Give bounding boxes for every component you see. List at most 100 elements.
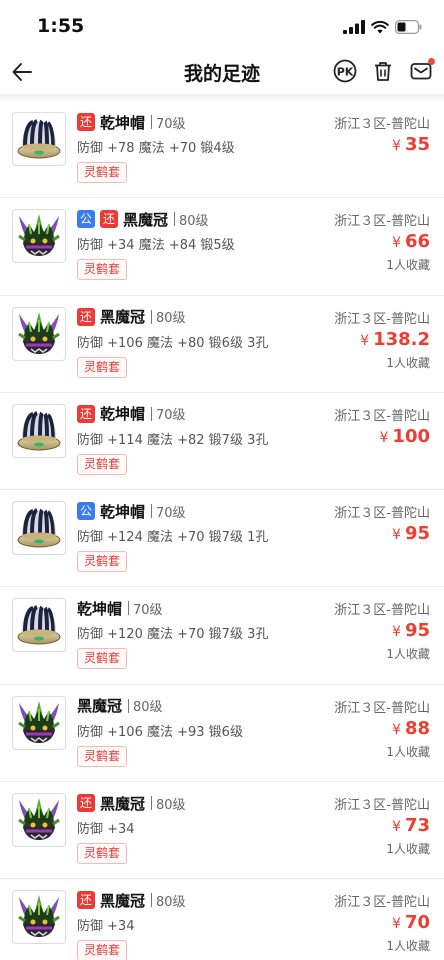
title-divider bbox=[151, 504, 153, 519]
item-price: ¥95 bbox=[392, 620, 430, 641]
cellular-signal-icon bbox=[343, 20, 365, 34]
tag-return: 还 bbox=[77, 891, 95, 910]
item-name: 乾坤帽 bbox=[100, 405, 146, 424]
item-server: 浙江３区-普陀山 bbox=[334, 798, 430, 814]
item-stats: 防御 +106 魔法 +93 锻6级 bbox=[77, 724, 243, 740]
item-name: 乾坤帽 bbox=[77, 599, 123, 618]
item-image-hat bbox=[12, 112, 66, 166]
item-price: ¥73 bbox=[392, 815, 430, 836]
tag-return: 还 bbox=[77, 113, 95, 131]
item-title-row: 公乾坤帽 70级 bbox=[77, 500, 186, 522]
item-title-row: 还乾坤帽 70级 bbox=[77, 111, 186, 133]
item-title-row: 还黑魔冠 80级 bbox=[77, 792, 186, 814]
tag-return: 还 bbox=[77, 794, 95, 813]
item-stats: 防御 +78 魔法 +70 锻4级 bbox=[77, 141, 235, 156]
item-level: 80级 bbox=[156, 797, 186, 813]
item-title-row: 黑魔冠 80级 bbox=[77, 695, 163, 717]
title-divider bbox=[128, 601, 130, 616]
pk-button[interactable]: PK bbox=[332, 56, 358, 86]
message-button[interactable] bbox=[408, 56, 435, 86]
set-badge: 灵鹤套 bbox=[77, 745, 128, 767]
item-title-row: 乾坤帽 70级 bbox=[77, 597, 163, 619]
item-level: 70级 bbox=[133, 602, 163, 618]
item-stats: 防御 +114 魔法 +82 锻7级 3孔 bbox=[77, 432, 269, 448]
title-divider bbox=[151, 796, 153, 811]
price-value: 35 bbox=[404, 134, 430, 155]
item-stats: 防御 +34 魔法 +84 锻5级 bbox=[77, 238, 235, 254]
list-item[interactable]: 还乾坤帽 70级 防御 +78 魔法 +70 锻4级 灵鹤套 浙江３区-普陀山 ¥35 bbox=[0, 101, 444, 199]
item-title-row: 公还黑魔冠 80级 bbox=[77, 208, 209, 230]
title-divider bbox=[151, 309, 153, 324]
list-item[interactable]: 黑魔冠 80级 防御 +106 魔法 +93 锻6级 灵鹤套 浙江３区-普陀山 ¥88 1人… bbox=[0, 684, 444, 783]
list-item[interactable]: 还乾坤帽 70级 防御 +114 魔法 +82 锻7级 3孔 灵鹤套 浙江３区-普陀山 ¥… bbox=[0, 392, 444, 491]
set-badge: 灵鹤套 bbox=[77, 356, 128, 378]
item-image-hat bbox=[12, 598, 66, 653]
currency-symbol: ¥ bbox=[392, 916, 401, 933]
item-server: 浙江３区-普陀山 bbox=[334, 506, 430, 522]
item-server: 浙江３区-普陀山 bbox=[334, 214, 430, 230]
item-name: 黑魔冠 bbox=[123, 210, 169, 229]
item-stats: 防御 +120 魔法 +70 锻7级 3孔 bbox=[77, 627, 269, 643]
item-image-crown bbox=[12, 793, 66, 848]
list-item[interactable]: 公还黑魔冠 80级防御 +34 魔法 +84 锻5级灵鹤套 浙江３区-普陀山 ¥66 1… bbox=[0, 198, 444, 296]
item-price: ¥100 bbox=[380, 426, 431, 447]
favorite-count: 1人收藏 bbox=[386, 939, 430, 954]
tag-public: 公 bbox=[77, 502, 95, 521]
list-item[interactable]: 还黑魔冠 80级 防御 +34 灵鹤套 浙江３区-普陀山 ¥70 1人收藏 bbox=[0, 879, 444, 960]
item-name: 黑魔冠 bbox=[77, 697, 123, 716]
favorite-count: 1人收藏 bbox=[386, 258, 430, 273]
currency-symbol: ¥ bbox=[392, 235, 401, 252]
item-stats: 防御 +124 魔法 +70 锻7级 1孔 bbox=[77, 530, 269, 546]
price-value: 95 bbox=[404, 620, 430, 642]
price-value: 66 bbox=[404, 231, 430, 253]
item-level: 70级 bbox=[156, 505, 186, 521]
title-divider bbox=[151, 406, 153, 421]
delete-button[interactable] bbox=[370, 56, 396, 86]
price-value: 70 bbox=[404, 912, 430, 934]
item-image-crown bbox=[12, 306, 66, 361]
back-button[interactable] bbox=[4, 54, 40, 90]
price-value: 138.2 bbox=[373, 328, 430, 350]
item-image-crown bbox=[12, 209, 66, 264]
item-level: 70级 bbox=[156, 408, 186, 424]
currency-symbol: ¥ bbox=[392, 819, 401, 836]
set-badge: 灵鹤套 bbox=[77, 648, 128, 670]
currency-symbol: ¥ bbox=[360, 332, 370, 349]
nav-actions: PK bbox=[332, 56, 435, 86]
item-stats: 防御 +34 bbox=[77, 822, 135, 838]
item-server: 浙江３区-普陀山 bbox=[334, 311, 430, 327]
item-server: 浙江３区-普陀山 bbox=[334, 117, 430, 132]
title-divider bbox=[128, 698, 130, 713]
item-name: 黑魔冠 bbox=[100, 794, 146, 813]
item-title-row: 还黑魔冠 80级 bbox=[77, 889, 186, 911]
set-badge: 灵鹤套 bbox=[77, 259, 128, 281]
currency-symbol: ¥ bbox=[392, 624, 401, 641]
tag-public: 公 bbox=[77, 210, 95, 229]
list-item[interactable]: 乾坤帽 70级 防御 +120 魔法 +70 锻7级 3孔 灵鹤套 浙江３区-普陀山 ¥9… bbox=[0, 587, 444, 685]
tag-return: 还 bbox=[77, 307, 95, 326]
set-badge: 灵鹤套 bbox=[77, 551, 128, 573]
list-item[interactable]: 还黑魔冠 80级 防御 +34 灵鹤套 浙江３区-普陀山 ¥73 1人收藏 bbox=[0, 782, 444, 880]
item-price: ¥88 bbox=[392, 718, 430, 739]
list-item[interactable]: 公乾坤帽 70级防御 +124 魔法 +70 锻7级 1孔灵鹤套 浙江３区-普陀山 ¥… bbox=[0, 490, 444, 588]
item-name: 乾坤帽 bbox=[100, 113, 146, 132]
price-value: 88 bbox=[404, 717, 430, 739]
item-stats: 防御 +34 bbox=[77, 919, 135, 935]
item-server: 浙江３区-普陀山 bbox=[334, 895, 430, 911]
back-arrow-icon bbox=[12, 63, 32, 81]
item-name: 黑魔冠 bbox=[100, 308, 146, 327]
set-badge: 灵鹤套 bbox=[77, 843, 128, 865]
svg-text:PK: PK bbox=[337, 66, 354, 79]
item-price: ¥95 bbox=[392, 523, 430, 544]
title-divider bbox=[151, 115, 153, 129]
price-value: 73 bbox=[404, 815, 430, 837]
currency-symbol: ¥ bbox=[379, 429, 389, 446]
item-image-crown bbox=[12, 890, 66, 945]
list-item[interactable]: 还黑魔冠 80级 防御 +106 魔法 +80 锻6级 3孔 灵鹤套 浙江３区-普陀山 ¥… bbox=[0, 295, 444, 393]
tag-return: 还 bbox=[100, 210, 118, 229]
favorite-count: 1人收藏 bbox=[386, 744, 430, 759]
trash-icon bbox=[375, 62, 391, 81]
battery-icon bbox=[395, 20, 422, 34]
item-level: 80级 bbox=[179, 213, 209, 229]
price-value: 100 bbox=[392, 425, 430, 447]
